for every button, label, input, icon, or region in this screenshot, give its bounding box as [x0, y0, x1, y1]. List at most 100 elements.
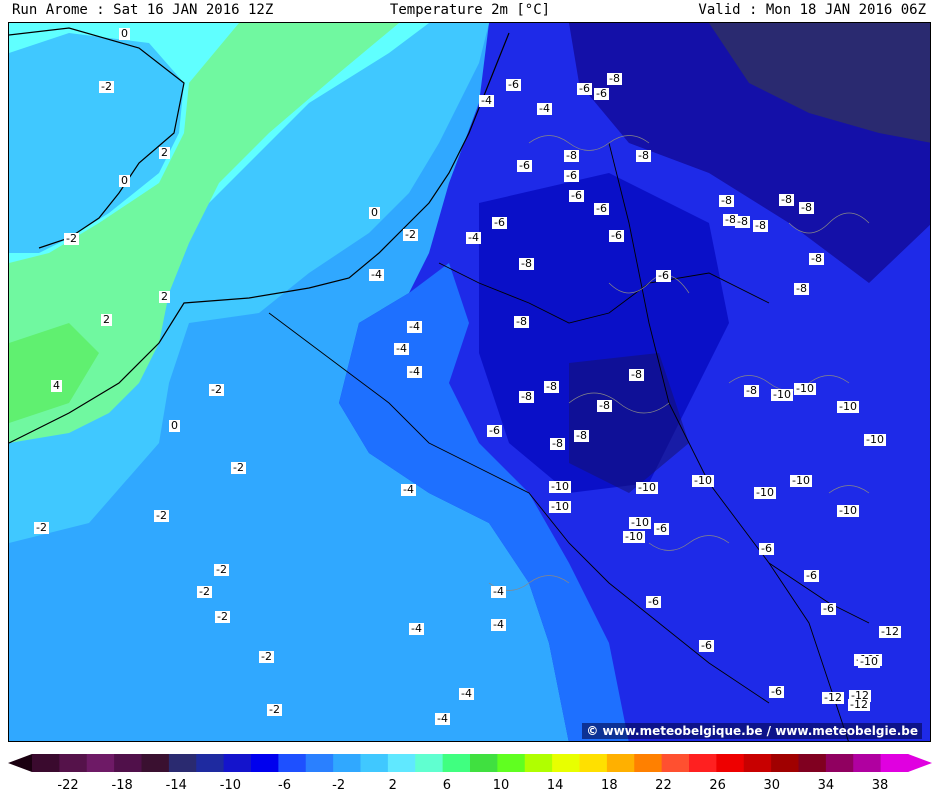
colorbar-cell	[606, 754, 635, 772]
colorbar-tick-label: 22	[655, 778, 672, 793]
contour-label: -8	[719, 194, 734, 207]
colorbar-cell	[168, 754, 197, 772]
contour-label: -6	[594, 202, 609, 215]
colorbar-cell	[333, 754, 362, 772]
contour-label: -6	[656, 269, 671, 282]
colorbar-cell	[278, 754, 307, 772]
contour-label: -2	[231, 461, 246, 474]
colorbar-cell	[114, 754, 143, 772]
contour-label: -4	[394, 342, 409, 355]
contour-label: -6	[492, 216, 507, 229]
colorbar-tick-label: 10	[492, 778, 510, 793]
contour-label: 2	[101, 313, 112, 326]
colorbar-cell	[305, 754, 334, 772]
contour-label: -8	[809, 252, 824, 265]
colorbar-high-arrow	[908, 754, 932, 772]
colorbar-cell	[59, 754, 88, 772]
contour-label: -2	[209, 383, 224, 396]
contour-label: -8	[744, 384, 759, 397]
colorbar-cell	[771, 754, 800, 772]
contour-label: -4	[407, 320, 422, 333]
contour-label: -12	[879, 625, 901, 638]
colorbar-tick-label: 34	[817, 778, 835, 793]
contour-label: -8	[550, 437, 565, 450]
colorbar-cell	[497, 754, 526, 772]
contour-label: -8	[799, 201, 814, 214]
contour-label: -8	[794, 282, 809, 295]
colorbar-cell	[661, 754, 690, 772]
colorbar-cell	[552, 754, 581, 772]
colorbar-low-arrow	[8, 754, 32, 772]
contour-label: -2	[267, 703, 282, 716]
contour-label: -8	[607, 72, 622, 85]
contour-label: -6	[821, 602, 836, 615]
colorbar-cell	[251, 754, 279, 772]
contour-label: -2	[64, 232, 79, 245]
colorbar-tick-label: 2	[388, 778, 397, 793]
contour-label: -10	[636, 481, 658, 494]
contour-label: -8	[544, 380, 559, 393]
colorbar-cell	[387, 754, 416, 772]
contour-label: -6	[699, 639, 714, 652]
colorbar-cell	[579, 754, 608, 772]
colorbar-cell	[880, 754, 909, 772]
contour-label: -6	[506, 78, 521, 91]
contour-label: -10	[858, 655, 880, 668]
colorbar-tick-label: -10	[219, 778, 241, 793]
contour-label: -10	[837, 504, 859, 517]
contour-label: -8	[629, 368, 644, 381]
colorbar-cell	[634, 754, 663, 772]
contour-label: -6	[594, 87, 609, 100]
colorbar-tick-label: 18	[601, 778, 618, 793]
contour-label: 4	[51, 379, 62, 392]
contour-label: 0	[119, 27, 130, 40]
contour-label: 2	[159, 290, 170, 303]
colorbar-cell	[141, 754, 170, 772]
colorbar-tick-label: -2	[332, 778, 346, 793]
contour-label: -4	[537, 102, 552, 115]
contour-label: -8	[519, 390, 534, 403]
contour-label: -2	[34, 521, 49, 534]
temperature-map: 0 -2 2 0 -2 2 2 4 0 -2 0 -2 -2 -2 -2 -2 -2 -2 -2 -2 -4 -4 -4 -4…	[8, 22, 931, 742]
contour-label: -12	[822, 691, 844, 704]
contour-label: -6	[646, 595, 661, 608]
contour-label: -6	[517, 159, 532, 172]
contour-label: -10	[623, 530, 645, 543]
colorbar-cell	[743, 754, 772, 772]
map-canvas	[9, 23, 930, 741]
colorbar-cell	[524, 754, 553, 772]
contour-label: -4	[407, 365, 422, 378]
colorbar-cell	[196, 754, 225, 772]
contour-label: -6	[564, 169, 579, 182]
contour-label: -2	[214, 563, 229, 576]
contour-label: -10	[629, 516, 651, 529]
contour-label: -2	[197, 585, 212, 598]
colorbar-tick-label: 6	[442, 778, 452, 793]
colorbar-tick-label: 30	[763, 778, 780, 793]
contour-label: -4	[459, 687, 474, 700]
contour-label: -10	[549, 480, 571, 493]
colorbar-tick-label: 14	[546, 778, 564, 793]
contour-label: -2	[215, 610, 230, 623]
contour-label: -10	[794, 382, 816, 395]
contour-label: -2	[99, 80, 114, 93]
contour-label: 0	[169, 419, 180, 432]
contour-label: -2	[259, 650, 274, 663]
contour-label: -8	[514, 315, 529, 328]
colorbar-tick-label: -6	[278, 778, 292, 793]
contour-label: -6	[804, 569, 819, 582]
colorbar-cell	[825, 754, 854, 772]
contour-label: -4	[491, 618, 506, 631]
contour-label: -2	[403, 228, 418, 241]
contour-label: -8	[519, 257, 534, 270]
contour-label: -2	[154, 509, 169, 522]
contour-label: -6	[654, 522, 669, 535]
contour-label: -4	[466, 231, 481, 244]
colorbar-tick-label: -22	[57, 778, 79, 793]
colorbar-tick-label: -18	[111, 778, 133, 793]
contour-label: 0	[119, 174, 130, 187]
contour-label: -4	[401, 483, 416, 496]
contour-label: -10	[692, 474, 714, 487]
contour-label: -8	[779, 193, 794, 206]
colorbar	[8, 754, 932, 772]
